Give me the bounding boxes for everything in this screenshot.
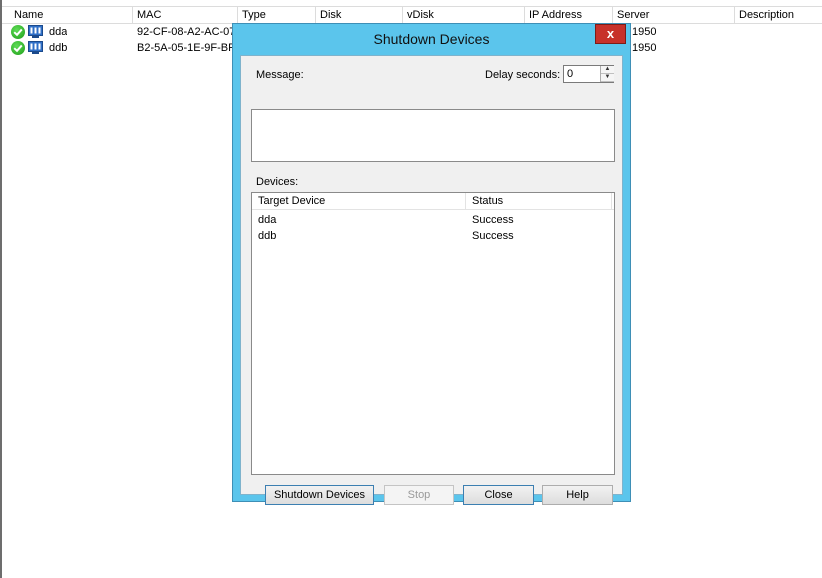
success-check-icon — [11, 25, 25, 39]
devices-label: Devices: — [256, 176, 299, 188]
row-server: 1950 — [632, 42, 657, 54]
spin-down-icon[interactable]: ▼ — [601, 74, 614, 82]
device-status: Success — [472, 214, 514, 226]
column-header-disk[interactable]: Disk — [316, 7, 403, 23]
shutdown-devices-button[interactable]: Shutdown Devices — [265, 485, 374, 505]
close-button[interactable]: Close — [463, 485, 534, 505]
help-button[interactable]: Help — [542, 485, 613, 505]
row-mac-address: 92-CF-08-A2-AC-07 — [137, 26, 236, 38]
dialog-body: Message: Delay seconds: 0 ▲ ▼ Devices: T… — [240, 55, 623, 505]
column-header-target-device[interactable]: Target Device — [252, 193, 466, 209]
column-header-mac[interactable]: MAC — [133, 7, 238, 23]
list-header: Name MAC Type Disk vDisk IP Address Serv… — [2, 6, 822, 24]
device-status: Success — [472, 230, 514, 242]
column-header-server[interactable]: Server — [613, 7, 735, 23]
spin-buttons[interactable]: ▲ ▼ — [600, 66, 614, 82]
delay-seconds-label: Delay seconds: — [485, 69, 561, 81]
spin-up-icon[interactable]: ▲ — [601, 66, 614, 74]
row-device-name: ddb — [49, 42, 68, 54]
row-server: 1950 — [632, 26, 657, 38]
delay-seconds-value: 0 — [567, 68, 574, 80]
column-header-ip-address[interactable]: IP Address — [525, 7, 613, 23]
column-header-type[interactable]: Type — [238, 7, 316, 23]
delay-seconds-stepper[interactable]: 0 ▲ ▼ — [563, 65, 614, 83]
shutdown-devices-dialog: Shutdown Devices x Message: Delay second… — [232, 23, 631, 505]
device-name[interactable]: ddb — [258, 228, 276, 244]
stop-button[interactable]: Stop — [384, 485, 454, 505]
devices-list[interactable]: Target Device Status dda Success ddb Suc… — [251, 192, 615, 475]
column-header-vdisk[interactable]: vDisk — [403, 7, 525, 23]
column-header-status[interactable]: Status — [466, 193, 612, 209]
close-icon[interactable]: x — [595, 24, 626, 44]
message-label: Message: — [256, 69, 304, 81]
device-name[interactable]: dda — [258, 212, 276, 228]
message-input[interactable] — [251, 109, 615, 162]
row-device-name: dda — [49, 26, 68, 38]
dialog-title: Shutdown Devices — [373, 31, 490, 47]
devices-list-header: Target Device Status — [252, 193, 614, 210]
column-header-description[interactable]: Description — [735, 7, 822, 23]
row-mac-address: B2-5A-05-1E-9F-BF — [137, 42, 235, 54]
column-header-name[interactable]: Name — [10, 7, 133, 23]
target-device-icon — [28, 41, 43, 54]
target-device-icon — [28, 25, 43, 38]
success-check-icon — [11, 41, 25, 55]
